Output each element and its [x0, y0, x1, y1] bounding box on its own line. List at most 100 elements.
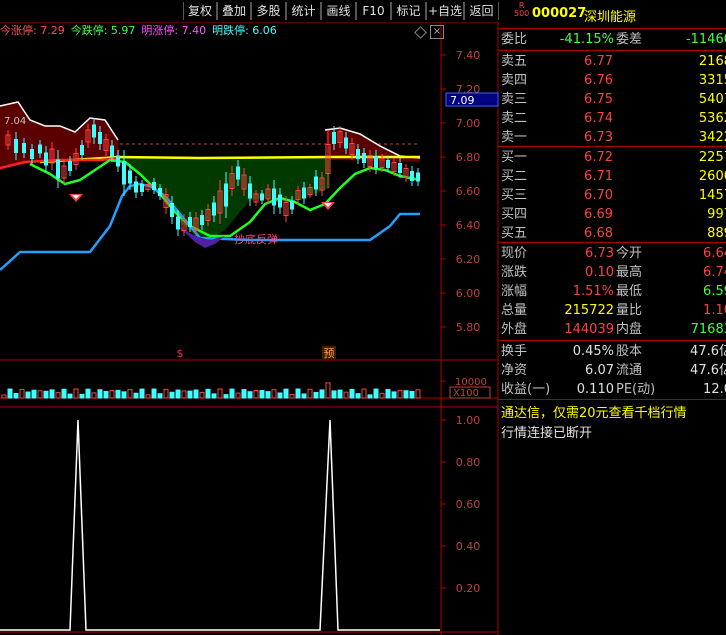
event-marker-pre: 预: [324, 347, 335, 360]
volume-bar: [379, 392, 385, 399]
promo-text[interactable]: 通达信，仅需20元查看千档行情: [501, 402, 687, 421]
buy-level-row[interactable]: 买五 6.68 889: [498, 224, 726, 243]
stat-row-v2: 6.59: [703, 284, 726, 299]
price-axis-label: 6.60: [456, 185, 481, 198]
price-axis-label: 6.80: [456, 151, 481, 164]
connection-status: 行情连接已断开: [501, 426, 593, 441]
buy-level-row[interactable]: 买三 6.70 1457: [498, 186, 726, 205]
limit-price-legend: 今涨停: 7.29 今跌停: 5.97 明涨停: 7.40 明跌停: 6.06: [0, 22, 283, 40]
volume-bar: [259, 390, 265, 399]
volume-bar: [367, 394, 373, 399]
candle-body: [116, 155, 120, 167]
candle-body: [134, 181, 138, 193]
volume-bar: [109, 390, 115, 399]
overlay-button[interactable]: 叠加: [217, 2, 251, 20]
sell-level-row[interactable]: 卖一 6.73 3422: [498, 128, 726, 147]
volume-bar: [151, 388, 157, 399]
stat2-row-v1: 6.07: [585, 363, 614, 378]
candle-body: [236, 166, 240, 180]
add-favorite-button[interactable]: +自选: [426, 2, 464, 20]
volume-bar: [67, 393, 73, 399]
sell-level-row[interactable]: 卖四 6.76 3315: [498, 71, 726, 90]
volume-bar: [121, 391, 127, 399]
back-button[interactable]: 返回: [464, 2, 499, 20]
stat2-row-v1: 0.45%: [572, 344, 614, 359]
multi-stock-button[interactable]: 多股: [251, 2, 286, 20]
stat-row-v2: 71683: [690, 322, 726, 337]
divider: [498, 146, 726, 147]
volume-bar: [97, 389, 103, 399]
buy-level-label: 买一: [501, 150, 528, 165]
volume-bar: [325, 382, 331, 399]
volume-bar: [43, 390, 49, 399]
weibi-row: 委比 -41.15% 委差 -11460: [498, 30, 726, 49]
candle-body: [30, 149, 34, 159]
indicator-axis-label: 1.00: [456, 414, 481, 427]
buy-level-volume: 1457: [698, 188, 726, 203]
volume-bar: [307, 388, 313, 399]
candle-body: [314, 176, 318, 190]
candle-body: [122, 161, 126, 185]
stat-row-l2: 最低: [616, 284, 643, 299]
volume-bar: [127, 389, 133, 399]
kline-chart[interactable]: 7.407.207.006.806.606.406.206.005.807.09…: [0, 0, 500, 635]
draw-line-button[interactable]: 画线: [321, 2, 356, 20]
stat2-row-l2: 流通: [616, 363, 643, 378]
sell-level-row[interactable]: 卖二 6.74 5362: [498, 109, 726, 128]
price-axis-label: 6.00: [456, 287, 481, 300]
fuquan-button[interactable]: 复权: [183, 2, 217, 20]
candle-body: [224, 183, 228, 207]
indicator-line: [0, 419, 440, 631]
sell-level-row[interactable]: 卖三 6.75 5407: [498, 90, 726, 109]
buy-level-label: 买五: [501, 226, 528, 241]
buy-level-row[interactable]: 买一 6.72 2257: [498, 148, 726, 167]
indicator-axis-label: 0.40: [456, 540, 481, 553]
legend-tomorrow-limit-up: 明涨停: 7.40: [141, 24, 207, 37]
volume-bar: [283, 388, 289, 399]
buy-level-price: 6.70: [584, 188, 613, 203]
sell-level-volume: 2168: [698, 54, 726, 69]
volume-bar: [343, 391, 349, 399]
price-axis-label: 7.00: [456, 117, 481, 130]
indicator-axis-label: 0.60: [456, 498, 481, 511]
mark-button[interactable]: 标记: [391, 2, 426, 20]
sell-level-row[interactable]: 卖五 6.77 2168: [498, 52, 726, 71]
stat2-row-v2: 47.6亿: [690, 344, 726, 359]
close-icon[interactable]: ×: [430, 25, 444, 39]
stat-row-l2: 量比: [616, 303, 643, 318]
stat2-row-v2: 12.0: [703, 382, 726, 397]
volume-bar: [373, 388, 379, 399]
candle-body: [68, 161, 72, 171]
volume-bar: [103, 390, 109, 399]
buy-level-volume: 2600: [698, 169, 726, 184]
volume-bar: [211, 393, 217, 399]
buy-level-row[interactable]: 买四 6.69 997: [498, 205, 726, 224]
buy-level-row[interactable]: 买二 6.71 2600: [498, 167, 726, 186]
weibi-label: 委比: [501, 32, 528, 47]
candle-body: [92, 124, 96, 138]
divider: [498, 340, 726, 341]
candle-body: [416, 172, 420, 182]
quote-panel: R500 000027 深圳能源 委比 -41.15% 委差 -11460 卖五…: [498, 0, 726, 635]
volume-bar: [217, 388, 223, 399]
f10-button[interactable]: F10: [356, 2, 391, 20]
buy-level-price: 6.71: [584, 169, 613, 184]
volume-bar: [91, 392, 97, 399]
stat2-row: 收益(一) 0.110PE(动) 12.0: [498, 380, 726, 399]
volume-bar: [115, 389, 121, 399]
volume-bar: [25, 391, 31, 399]
current-price-label: 7.09: [450, 94, 475, 107]
stat-row-l2: 最高: [616, 265, 643, 280]
divider: [498, 399, 726, 400]
volume-bar: [79, 393, 85, 399]
stat-row-v2: 6.74: [703, 265, 726, 280]
volume-bar: [337, 389, 343, 399]
volume-bar: [271, 389, 277, 399]
statistics-button[interactable]: 统计: [286, 2, 321, 20]
stat-row-l2: 内盘: [616, 322, 643, 337]
sell-level-price: 6.74: [584, 111, 613, 126]
buy-level-price: 6.72: [584, 150, 613, 165]
volume-bar: [331, 390, 337, 399]
sell-level-price: 6.77: [584, 54, 613, 69]
bottom-rebound-label: 抄底反弹: [234, 232, 278, 246]
